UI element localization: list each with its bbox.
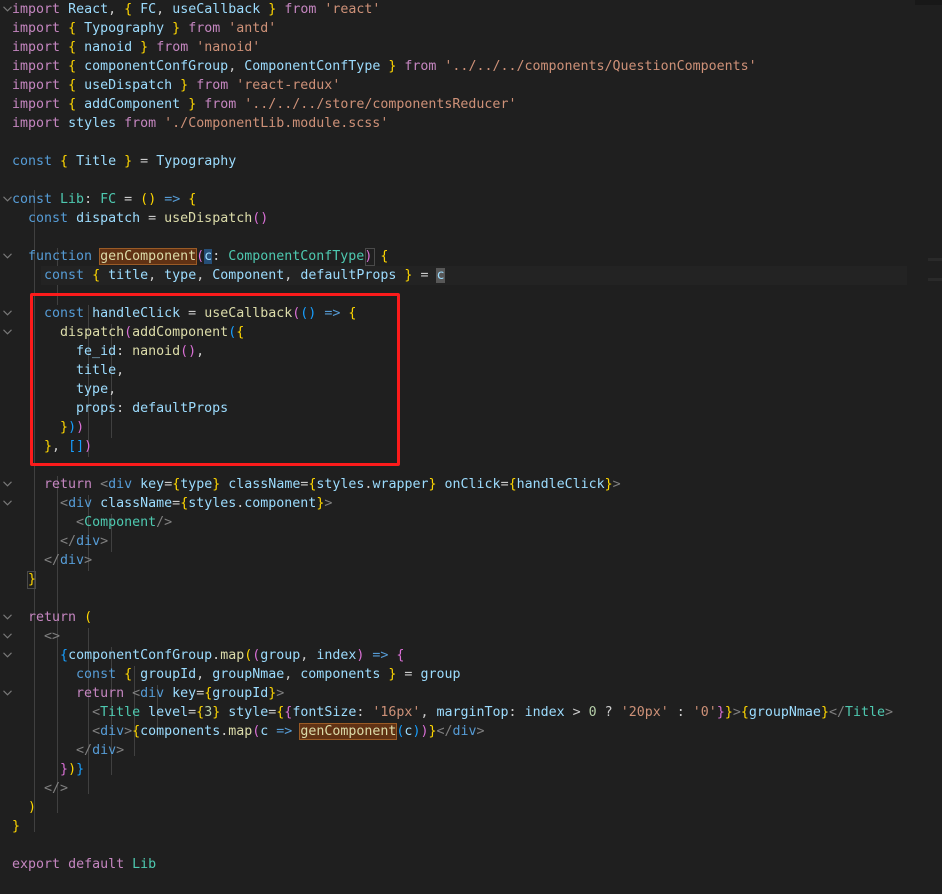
cursor-selection-c[interactable]: c [204,249,213,264]
code-line[interactable]: import { componentConfGroup, ComponentCo… [12,57,757,76]
code-line[interactable]: import styles from './ComponentLib.modul… [12,114,388,133]
code-line[interactable]: dispatch(addComponent({ [12,323,244,342]
code-line[interactable]: return <div key={groupId}> [12,684,284,703]
code-line[interactable]: {componentConfGroup.map((group, index) =… [12,646,404,665]
overview-ruler[interactable] [928,0,942,894]
code-line[interactable]: return ( [12,608,92,627]
code-line[interactable]: export default Lib [12,855,156,874]
code-line[interactable]: const dispatch = useDispatch() [12,209,268,228]
code-line[interactable]: ) [12,798,36,817]
code-line[interactable]: <Title level={3} style={{fontSize: '16px… [12,703,893,722]
code-line[interactable]: } [12,570,36,589]
code-line[interactable]: function genComponent(c: ComponentConfTy… [12,247,388,266]
code-line[interactable]: </div> [12,741,124,760]
code-line[interactable]: const handleClick = useCallback(() => { [12,304,356,323]
occurrence-highlight-genComponent[interactable]: genComponent [299,723,398,740]
code-line[interactable]: import { nanoid } from 'nanoid' [12,38,260,57]
occurrence-highlight-genComponent[interactable]: genComponent [99,248,198,265]
code-line[interactable]: import { useDispatch } from 'react-redux… [12,76,340,95]
code-content[interactable]: import React, { FC, useCallback } from '… [0,0,942,894]
code-line[interactable]: </div> [12,551,92,570]
code-line[interactable]: })} [12,760,84,779]
code-line[interactable]: <> [12,627,60,646]
code-line[interactable]: </div> [12,532,108,551]
code-line[interactable]: <Component/> [12,513,172,532]
code-line[interactable]: <div className={styles.component}> [12,494,332,513]
code-line[interactable]: <div>{components.map(c => genComponent(c… [12,722,485,741]
code-line[interactable]: const { title, type, Component, defaultP… [12,266,445,285]
code-line[interactable]: fe_id: nanoid(), [12,342,204,361]
code-line[interactable]: const Lib: FC = () => { [12,190,196,209]
code-line[interactable]: props: defaultProps [12,399,228,418]
overview-ruler-mark [928,258,942,261]
overview-ruler-mark [928,278,942,281]
code-line[interactable]: const { groupId, groupNmae, components }… [12,665,460,684]
code-line[interactable]: })) [12,418,84,437]
code-line[interactable]: import { Typography } from 'antd' [12,19,276,38]
code-line[interactable]: import { addComponent } from '../../../s… [12,95,516,114]
code-line[interactable]: }, []) [12,437,92,456]
code-line[interactable]: } [12,817,20,836]
word-highlight-c[interactable]: c [436,268,445,283]
code-line[interactable]: type, [12,380,116,399]
code-editor[interactable]: import React, { FC, useCallback } from '… [0,0,942,894]
code-line[interactable]: const { Title } = Typography [12,152,236,171]
code-line[interactable]: import React, { FC, useCallback } from '… [12,0,380,19]
code-line[interactable]: </> [12,779,68,798]
code-line[interactable]: return <div key={type} className={styles… [12,475,621,494]
code-line[interactable]: title, [12,361,124,380]
